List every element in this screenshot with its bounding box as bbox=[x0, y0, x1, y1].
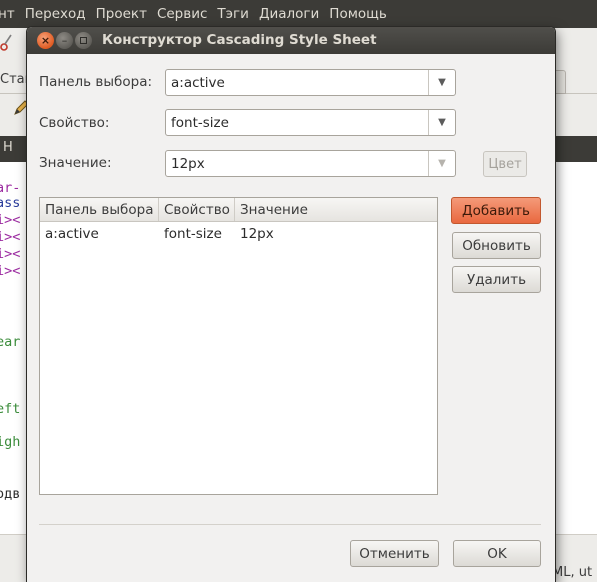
table-row[interactable]: a:active font-size 12px bbox=[40, 223, 437, 245]
selector-combo[interactable]: a:active ▼ bbox=[165, 69, 456, 96]
menu-item-goto[interactable]: Переход bbox=[25, 6, 86, 22]
app-menubar: нт Переход Проект Сервис Тэги Диалоги По… bbox=[0, 0, 597, 28]
menu-item-help[interactable]: Помощь bbox=[329, 6, 387, 22]
add-button[interactable]: Добавить bbox=[451, 197, 541, 224]
property-combo[interactable]: font-size ▼ bbox=[165, 109, 456, 136]
menu-item-tags[interactable]: Тэги bbox=[217, 6, 249, 22]
value-label: Значение: bbox=[39, 155, 112, 171]
chevron-down-icon: ▼ bbox=[428, 151, 455, 176]
value-combo[interactable]: 12px ▼ bbox=[165, 150, 456, 177]
editor-line: i>< bbox=[0, 229, 21, 245]
ok-button[interactable]: OK bbox=[453, 540, 541, 567]
chevron-down-icon[interactable]: ▼ bbox=[428, 70, 455, 95]
menu-item-dialogs[interactable]: Диалоги bbox=[259, 6, 319, 22]
editor-line: одв bbox=[0, 486, 21, 502]
column-header-property[interactable]: Свойство bbox=[159, 198, 235, 221]
cell-property: font-size bbox=[164, 226, 222, 242]
menu-item-project[interactable]: Проект bbox=[96, 6, 147, 22]
maximize-icon[interactable] bbox=[75, 32, 92, 49]
sidebar-header-label: Н bbox=[3, 140, 13, 155]
chevron-down-icon[interactable]: ▼ bbox=[428, 110, 455, 135]
cell-selector: a:active bbox=[45, 226, 99, 242]
editor-line: i>< bbox=[0, 263, 21, 279]
cell-value: 12px bbox=[240, 226, 274, 242]
editor-line: ar- bbox=[0, 180, 21, 196]
close-icon[interactable]: × bbox=[37, 32, 54, 49]
table-header: Панель выбора Свойство Значение bbox=[40, 198, 437, 222]
property-value: font-size bbox=[171, 115, 229, 131]
editor-line: igh bbox=[0, 434, 21, 450]
dialog-title: Конструктор Cascading Style Sheet bbox=[102, 32, 377, 48]
property-label: Свойство: bbox=[39, 115, 110, 131]
column-header-value[interactable]: Значение bbox=[235, 198, 437, 221]
delete-button[interactable]: Удалить bbox=[452, 266, 541, 293]
rules-table[interactable]: Панель выбора Свойство Значение a:active… bbox=[39, 197, 438, 495]
dialog-titlebar[interactable]: × – Конструктор Cascading Style Sheet bbox=[27, 27, 555, 54]
editor-line: i>< bbox=[0, 212, 21, 228]
minimize-icon[interactable]: – bbox=[56, 32, 73, 49]
css-builder-dialog: × – Конструктор Cascading Style Sheet Па… bbox=[27, 27, 555, 582]
editor-line: i>< bbox=[0, 246, 21, 262]
selector-label: Панель выбора: bbox=[39, 74, 153, 90]
color-button[interactable]: Цвет bbox=[483, 151, 527, 177]
menu-item-document[interactable]: нт bbox=[0, 6, 15, 22]
editor-line: ear bbox=[0, 334, 21, 350]
editor-line: ass bbox=[0, 195, 21, 211]
menu-item-tools[interactable]: Сервис bbox=[157, 6, 207, 22]
scissors-icon[interactable] bbox=[0, 34, 12, 52]
column-header-selector[interactable]: Панель выбора bbox=[40, 198, 159, 221]
cancel-button[interactable]: Отменить bbox=[350, 540, 439, 567]
status-encoding: ML, ut bbox=[552, 565, 593, 580]
editor-line: eft bbox=[0, 401, 21, 417]
update-button[interactable]: Обновить bbox=[452, 232, 541, 259]
value-value: 12px bbox=[171, 156, 205, 172]
dialog-separator bbox=[39, 524, 541, 525]
selector-value: a:active bbox=[171, 75, 225, 91]
